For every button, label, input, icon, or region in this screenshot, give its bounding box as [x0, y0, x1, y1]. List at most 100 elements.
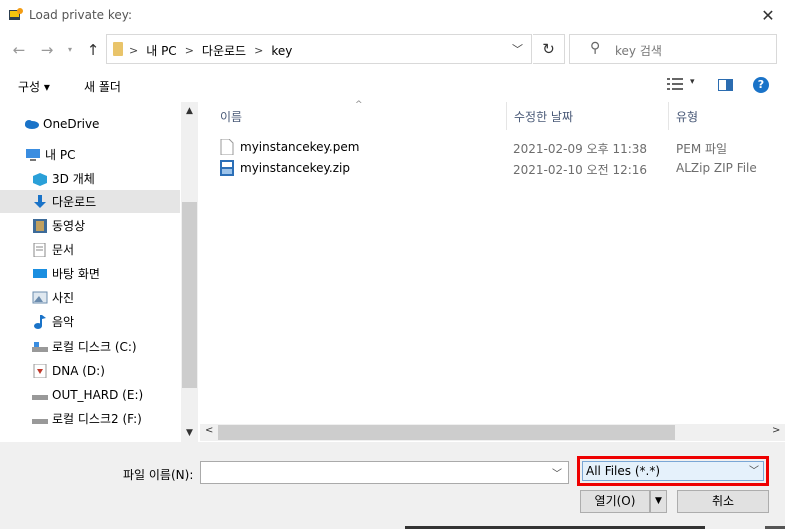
nav-item-label: OUT_HARD (E:)	[52, 387, 144, 402]
column-header-name[interactable]: 이름	[220, 108, 242, 125]
drive-icon	[32, 394, 48, 400]
file-list: ^ 이름 수정한 날짜 유형 myinstancekey.pem 2021-02…	[200, 100, 785, 442]
drive-icon	[33, 363, 47, 378]
view-options-icon[interactable]	[667, 78, 683, 90]
document-icon	[33, 242, 46, 257]
preview-pane-icon[interactable]	[718, 79, 733, 91]
scroll-left-icon[interactable]: <	[205, 425, 213, 436]
nav-item-documents[interactable]: 문서	[0, 238, 180, 261]
close-icon[interactable]: ✕	[758, 6, 778, 26]
column-divider[interactable]	[506, 102, 507, 130]
chevron-down-icon[interactable]: ﹀	[552, 465, 562, 480]
breadcrumb-item[interactable]: 내 PC	[146, 42, 176, 59]
command-toolbar: 구성 ▾ 새 폴더 ▾ ?	[0, 70, 785, 100]
dialog-footer: 파일 이름(N): ﹀ All Files (*.*) ﹀ 열기(O) ▼ 취소	[0, 442, 785, 529]
nav-item-onedrive[interactable]: OneDrive	[0, 112, 180, 135]
nav-item-pictures[interactable]: 사진	[0, 286, 180, 309]
help-icon[interactable]: ?	[753, 77, 769, 93]
cloud-icon	[25, 119, 39, 129]
nav-item-3d-objects[interactable]: 3D 개체	[0, 167, 180, 190]
key-app-icon	[9, 8, 23, 20]
file-row[interactable]: myinstancekey.pem 2021-02-09 오후 11:38 PE…	[220, 138, 780, 158]
nav-item-drive-c[interactable]: 로컬 디스크 (C:)	[0, 335, 180, 358]
navigation-pane: OneDrive 내 PC 3D 개체 다운로드 동영상 문서 바탕 화면 사진…	[0, 102, 198, 442]
window-title: Load private key:	[29, 8, 133, 22]
forward-arrow-icon[interactable]: →	[38, 40, 56, 60]
chevron-right-icon: >	[254, 44, 264, 57]
file-icon	[220, 139, 234, 155]
file-date: 2021-02-09 오후 11:38	[513, 142, 648, 156]
zip-archive-icon	[220, 160, 234, 176]
file-row[interactable]: myinstancekey.zip 2021-02-10 오전 12:16 AL…	[220, 159, 780, 179]
chevron-down-icon[interactable]: ﹀	[512, 41, 523, 57]
cube-icon	[33, 172, 47, 186]
scrollbar-thumb[interactable]	[218, 425, 675, 440]
nav-item-music[interactable]: 음악	[0, 310, 180, 333]
nav-item-label: 사진	[52, 291, 75, 305]
computer-icon	[26, 148, 40, 161]
drive-icon	[32, 418, 48, 424]
organize-button[interactable]: 구성 ▾	[18, 78, 50, 95]
file-list-horizontal-scrollbar[interactable]: < >	[200, 424, 785, 441]
filetype-select[interactable]: All Files (*.*) ﹀	[582, 461, 764, 481]
nav-item-label: 내 PC	[45, 148, 76, 162]
scrollbar-thumb[interactable]	[182, 202, 197, 388]
nav-pane-scrollbar[interactable]: ▲ ▼	[181, 102, 198, 442]
title-bar: Load private key: ✕	[0, 0, 785, 32]
file-date: 2021-02-10 오전 12:16	[513, 163, 648, 177]
column-header-type[interactable]: 유형	[676, 108, 698, 125]
nav-item-label: 다운로드	[52, 195, 97, 209]
cancel-button[interactable]: 취소	[677, 490, 769, 513]
nav-item-desktop[interactable]: 바탕 화면	[0, 262, 180, 285]
filename-label: 파일 이름(N):	[123, 468, 194, 482]
nav-item-label: 3D 개체	[52, 172, 95, 186]
nav-item-downloads[interactable]: 다운로드	[0, 190, 180, 213]
view-dropdown-icon[interactable]: ▾	[690, 77, 695, 87]
chevron-right-icon: >	[184, 44, 194, 57]
file-type: PEM 파일	[676, 142, 728, 156]
nav-item-label: 문서	[52, 243, 75, 257]
nav-item-label: 음악	[52, 315, 75, 329]
download-icon	[34, 194, 46, 208]
new-folder-button[interactable]: 새 폴더	[84, 78, 121, 95]
back-arrow-icon[interactable]: ←	[10, 40, 28, 60]
breadcrumb: > 내 PC > 다운로드 > key	[129, 42, 292, 59]
search-placeholder: key 검색	[615, 44, 662, 58]
address-bar[interactable]: > 내 PC > 다운로드 > key ﹀	[106, 34, 532, 64]
nav-item-label: 로컬 디스크2 (F:)	[52, 412, 142, 426]
nav-item-drive-d[interactable]: DNA (D:)	[0, 359, 180, 382]
file-type: ALZip ZIP File	[676, 161, 757, 175]
scroll-right-icon[interactable]: >	[772, 425, 780, 436]
chevron-down-icon: ﹀	[749, 466, 759, 477]
search-input[interactable]: ⚲ key 검색	[569, 34, 777, 64]
desktop-icon	[33, 268, 47, 278]
up-arrow-icon[interactable]: ↑	[84, 40, 102, 60]
nav-item-videos[interactable]: 동영상	[0, 214, 180, 237]
picture-icon	[32, 291, 48, 303]
drive-icon	[32, 341, 48, 352]
nav-item-drive-e[interactable]: OUT_HARD (E:)	[0, 383, 180, 406]
breadcrumb-item[interactable]: key	[271, 44, 292, 58]
refresh-button[interactable]: ↻	[533, 34, 565, 64]
breadcrumb-item[interactable]: 다운로드	[202, 42, 246, 59]
open-button[interactable]: 열기(O)	[580, 490, 650, 513]
filetype-highlight: All Files (*.*) ﹀	[577, 456, 769, 486]
column-divider[interactable]	[668, 102, 669, 130]
search-icon: ⚲	[590, 40, 601, 56]
folder-icon	[113, 42, 123, 56]
nav-item-drive-f[interactable]: 로컬 디스크2 (F:)	[0, 407, 180, 430]
recent-chevron-down-icon[interactable]: ▾	[64, 40, 76, 60]
caret-down-icon: ▼	[655, 496, 662, 506]
file-name: myinstancekey.pem	[240, 140, 360, 154]
refresh-icon: ↻	[542, 40, 555, 58]
scroll-down-icon[interactable]: ▼	[181, 428, 198, 438]
chevron-right-icon: >	[129, 44, 139, 57]
video-icon	[33, 218, 47, 233]
nav-item-this-pc[interactable]: 내 PC	[0, 143, 180, 166]
column-header-date[interactable]: 수정한 날짜	[514, 108, 573, 125]
filename-input[interactable]: ﹀	[200, 461, 569, 484]
open-dropdown-button[interactable]: ▼	[650, 490, 667, 513]
filetype-value: All Files (*.*)	[586, 464, 661, 478]
scroll-up-icon[interactable]: ▲	[181, 106, 198, 116]
sort-ascending-icon: ^	[355, 100, 363, 110]
